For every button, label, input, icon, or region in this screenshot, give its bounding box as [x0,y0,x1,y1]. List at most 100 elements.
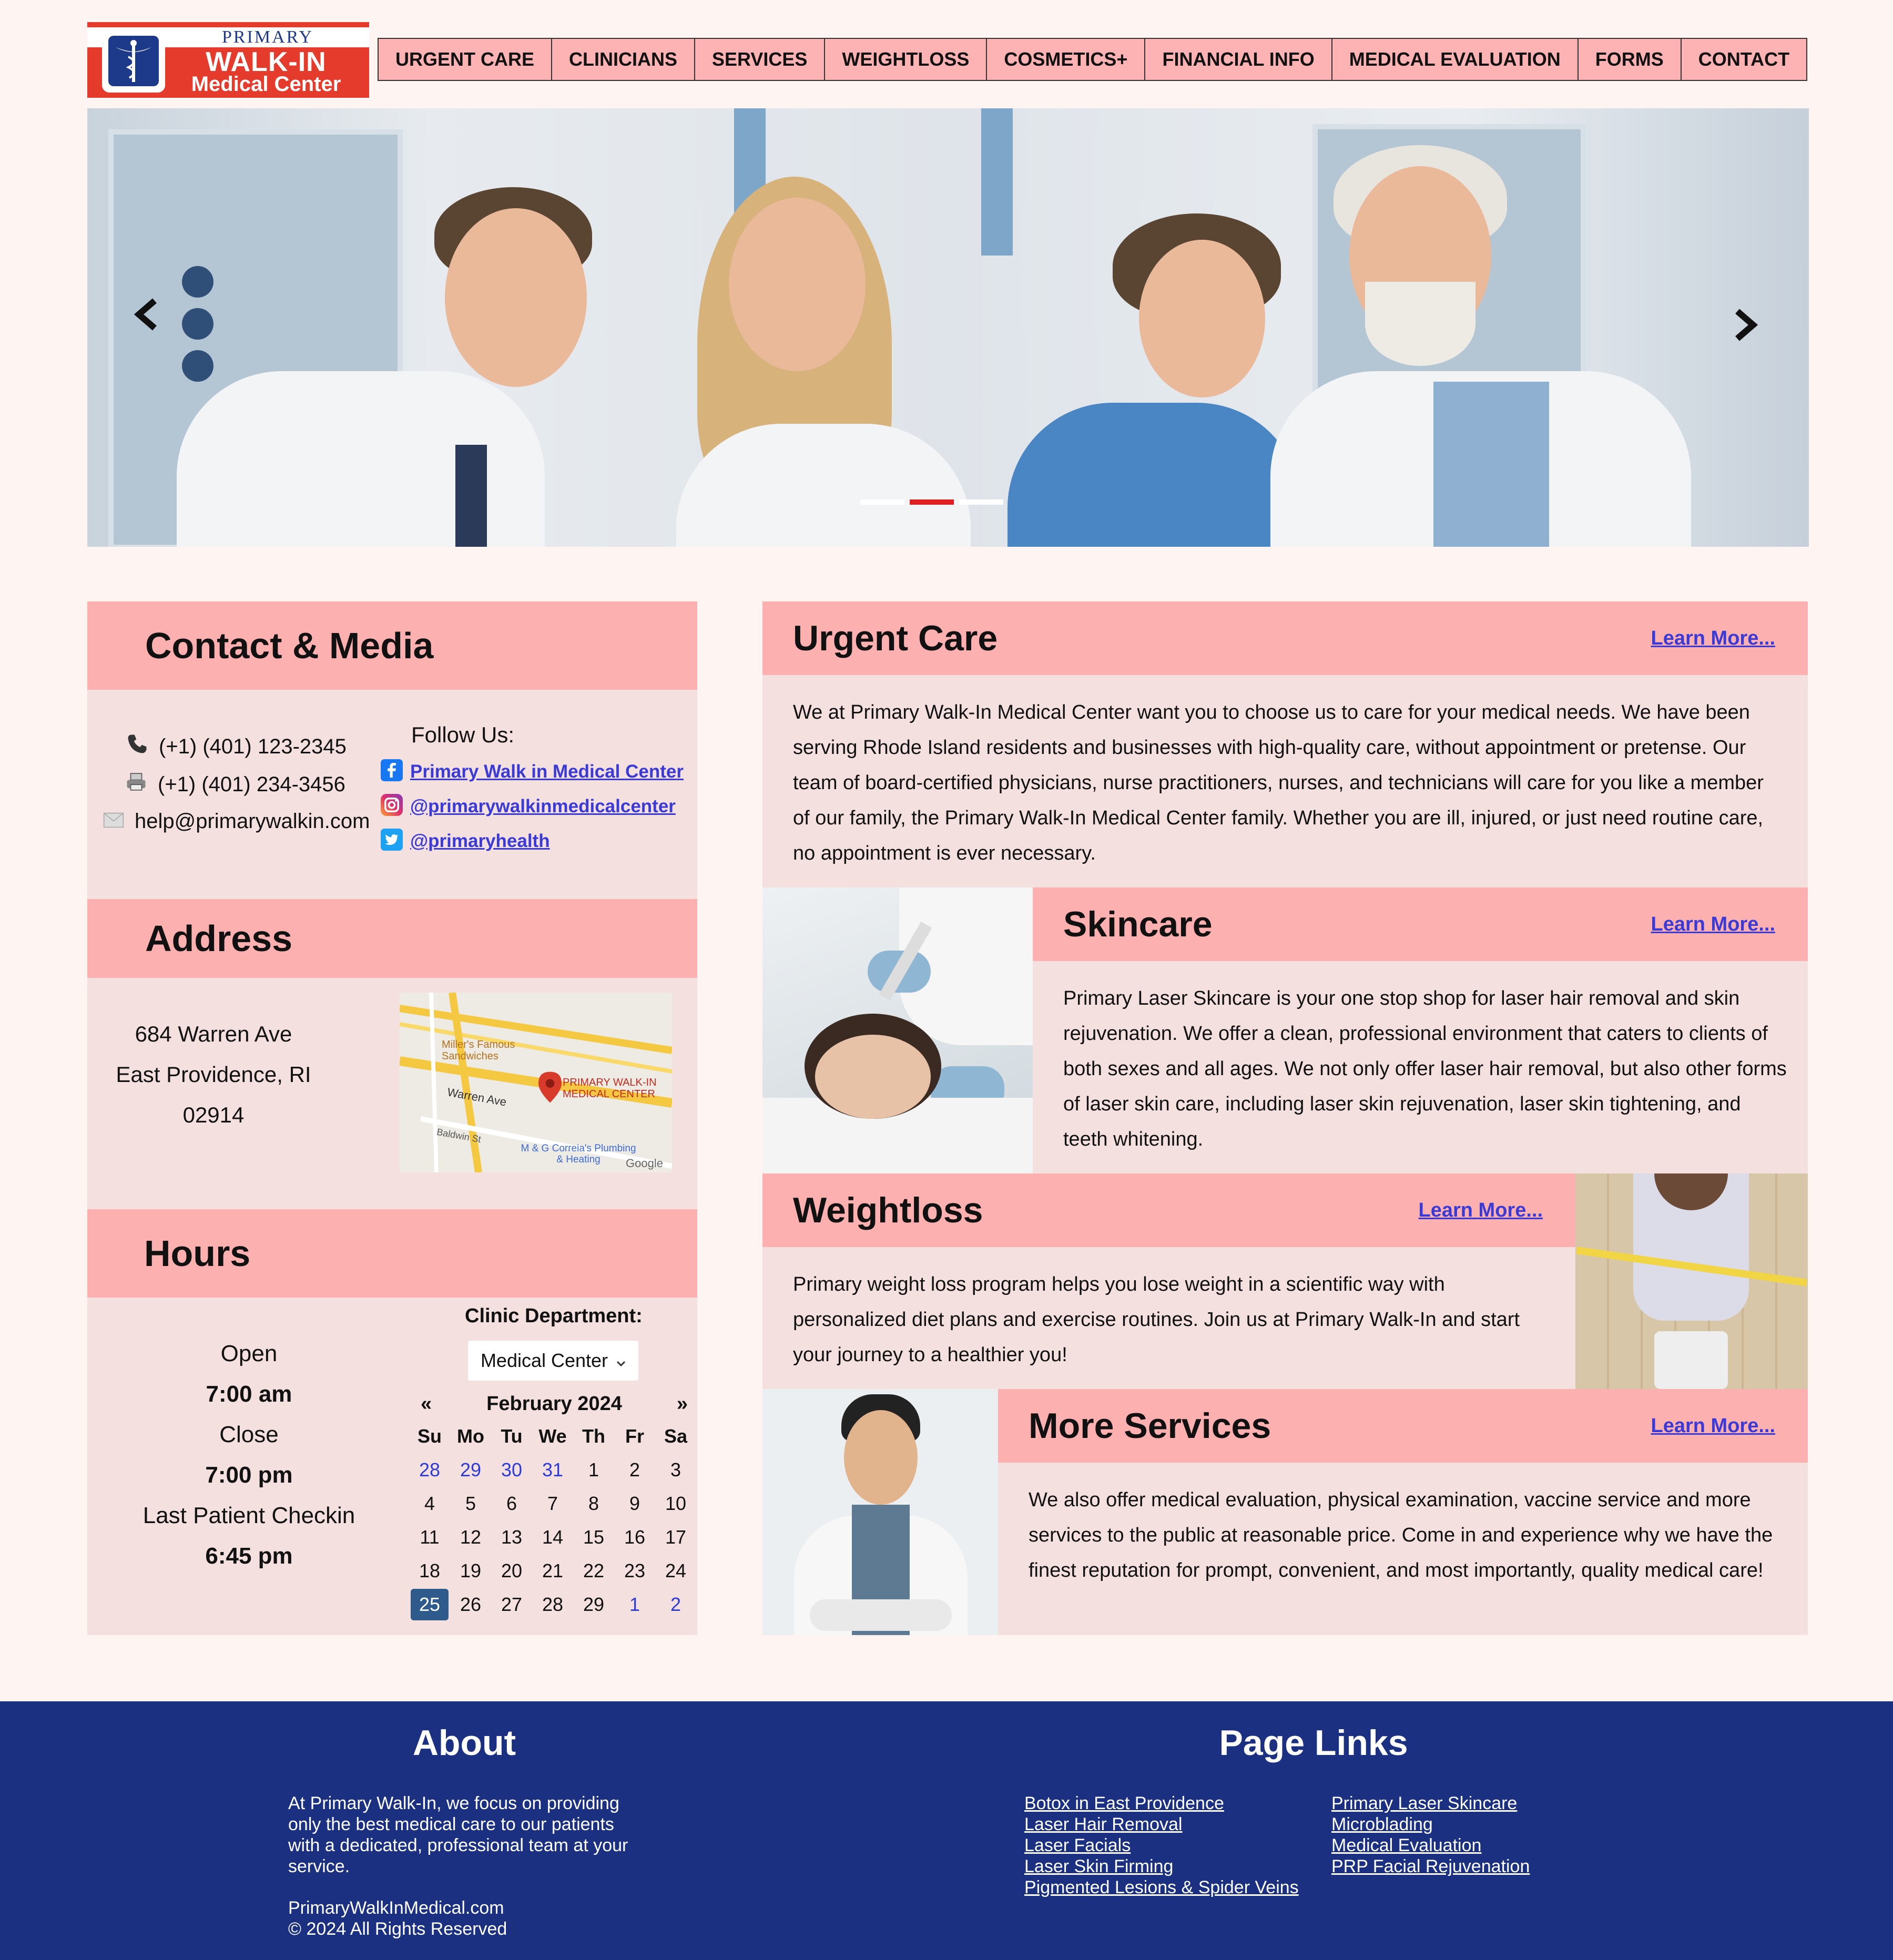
address-line2: East Providence, RI [116,1062,311,1087]
about-title: About [412,1723,516,1763]
footer-link[interactable]: Laser Hair Removal [1024,1814,1299,1835]
nav-services[interactable]: SERVICES [695,39,826,80]
facebook-row: Primary Walk in Medical Center [381,759,684,784]
calendar-day[interactable]: 9 [614,1487,655,1520]
nav-cosmetics[interactable]: COSMETICS+ [987,39,1146,80]
address-line1: 684 Warren Ave [135,1022,292,1046]
urgent-care-header: Urgent Care Learn More... [762,601,1808,675]
calendar-day[interactable]: 19 [450,1554,491,1588]
calendar-day[interactable]: 4 [409,1487,450,1520]
calendar-week: 11 12 13 14 15 16 17 [409,1520,696,1554]
calendar-day[interactable]: 28 [532,1588,573,1621]
site-logo[interactable]: PRIMARY WALK-IN Medical Center [87,22,369,98]
calendar-day[interactable]: 14 [532,1520,573,1554]
footer-link[interactable]: Botox in East Providence [1024,1793,1299,1814]
calendar-day-today[interactable]: 25 [409,1588,450,1621]
nav-financial-info[interactable]: FINANCIAL INFO [1145,39,1332,80]
calendar-day[interactable]: 29 [450,1453,491,1487]
calendar-day[interactable]: 20 [491,1554,532,1588]
calendar-day[interactable]: 26 [450,1588,491,1621]
footer-link[interactable]: Primary Laser Skincare [1331,1793,1530,1814]
more-services-image [762,1389,998,1635]
calendar-week: 18 19 20 21 22 23 24 [409,1554,696,1588]
footer-link[interactable]: PRP Facial Rejuvenation [1331,1856,1530,1877]
calendar-day[interactable]: 3 [655,1453,696,1487]
calendar-day[interactable]: 22 [573,1554,614,1588]
twitter-icon [381,829,403,853]
calendar-day[interactable]: 23 [614,1554,655,1588]
calendar-day[interactable]: 1 [573,1453,614,1487]
twitter-link[interactable]: @primaryhealth [410,831,550,852]
hero-carousel [87,108,1809,547]
more-services-title: More Services [1029,1406,1271,1446]
instagram-link[interactable]: @primarywalkinmedicalcenter [410,796,676,817]
calendar-day[interactable]: 21 [532,1554,573,1588]
calendar-day[interactable]: 6 [491,1487,532,1520]
calendar-day[interactable]: 11 [409,1520,450,1554]
calendar-day[interactable]: 2 [614,1453,655,1487]
fax-number[interactable]: (+1) (401) 234-3456 [158,773,345,797]
footer-link[interactable]: Microblading [1331,1814,1530,1835]
chevron-left-icon [134,298,157,331]
envelope-icon [103,810,124,833]
hero-next-arrow[interactable] [1733,308,1758,350]
nav-urgent-care[interactable]: URGENT CARE [379,39,553,80]
carousel-dot-3[interactable] [959,499,1003,505]
calendar-day[interactable]: 29 [573,1588,614,1621]
weightloss-learn-more[interactable]: Learn More... [1419,1199,1543,1222]
nav-contact[interactable]: CONTACT [1681,39,1807,80]
calendar-prev-button[interactable]: « [421,1393,432,1415]
calendar-next-button[interactable]: » [677,1393,688,1415]
urgent-care-learn-more[interactable]: Learn More... [1651,627,1776,650]
more-services-learn-more[interactable]: Learn More... [1651,1415,1776,1437]
phone-number[interactable]: (+1) (401) 123-2345 [159,735,347,759]
calendar-day[interactable]: 7 [532,1487,573,1520]
calendar-day[interactable]: 8 [573,1487,614,1520]
footer-link[interactable]: Laser Facials [1024,1835,1299,1856]
calendar-day[interactable]: 28 [409,1453,450,1487]
last-checkin-time: 6:45 pm [205,1543,293,1569]
email-address[interactable]: help@primarywalkin.com [135,810,370,833]
nav-forms[interactable]: FORMS [1578,39,1682,80]
fax-icon [125,771,147,798]
map-brand: Google [626,1157,663,1170]
calendar-day[interactable]: 13 [491,1520,532,1554]
footer-link[interactable]: Medical Evaluation [1331,1835,1530,1856]
calendar-day[interactable]: 2 [655,1588,696,1621]
page-links-col2: Primary Laser Skincare Microblading Medi… [1331,1793,1530,1877]
department-select[interactable]: Medical Center [468,1341,638,1381]
hero-prev-arrow[interactable] [134,298,159,340]
footer-link[interactable]: Pigmented Lesions & Spider Veins [1024,1877,1299,1898]
skincare-learn-more[interactable]: Learn More... [1651,913,1776,936]
phone-icon [126,733,148,760]
calendar-day[interactable]: 5 [450,1487,491,1520]
calendar-day[interactable]: 31 [532,1453,573,1487]
carousel-dot-2[interactable] [910,499,954,505]
carousel-dot-1[interactable] [860,499,904,505]
calendar-month: February 2024 [486,1392,622,1415]
calendar-day[interactable]: 18 [409,1554,450,1588]
follow-label: Follow Us: [411,722,515,747]
nav-clinicians[interactable]: CLINICIANS [552,39,696,80]
location-map[interactable]: Miller's Famous Sandwiches PRIMARY WALK-… [400,993,672,1172]
nav-medical-evaluation[interactable]: MEDICAL EVALUATION [1332,39,1579,80]
weekday-header: Mo [457,1425,484,1447]
weightloss-text: Primary weight loss program helps you lo… [793,1273,1520,1366]
calendar-week: 28 29 30 31 1 2 3 [409,1453,696,1487]
weightloss-image [1575,1173,1808,1389]
facebook-link[interactable]: Primary Walk in Medical Center [410,761,684,782]
calendar-day[interactable]: 16 [614,1520,655,1554]
footer-link[interactable]: Laser Skin Firming [1024,1856,1299,1877]
calendar-day[interactable]: 10 [655,1487,696,1520]
calendar-day[interactable]: 24 [655,1554,696,1588]
page-links-title: Page Links [1219,1723,1408,1763]
calendar-day[interactable]: 27 [491,1588,532,1621]
calendar-day[interactable]: 17 [655,1520,696,1554]
weekday-header: Su [417,1425,442,1447]
page-links-col1: Botox in East Providence Laser Hair Remo… [1024,1793,1299,1898]
calendar-day[interactable]: 12 [450,1520,491,1554]
calendar-day[interactable]: 15 [573,1520,614,1554]
calendar-day[interactable]: 30 [491,1453,532,1487]
calendar-day[interactable]: 1 [614,1588,655,1621]
nav-weightloss[interactable]: WEIGHTLOSS [825,39,988,80]
